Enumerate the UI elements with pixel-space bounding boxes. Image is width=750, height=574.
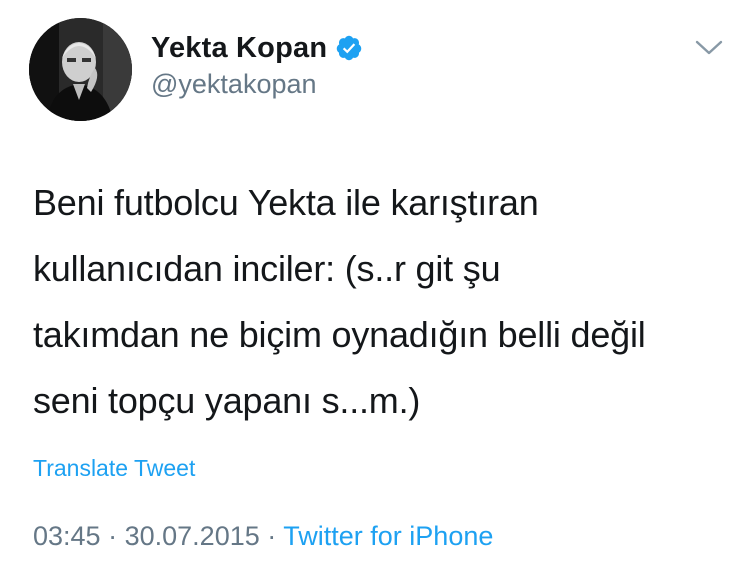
tweet-text: Beni futbolcu Yekta ile karıştıran kulla… bbox=[33, 182, 646, 421]
tweet-date[interactable]: 30.07.2015 bbox=[125, 521, 260, 551]
author-display-name[interactable]: Yekta Kopan bbox=[151, 32, 327, 65]
tweet-card: Yekta Kopan @yektakopan Beni futbolcu Ye… bbox=[0, 0, 750, 574]
avatar-photo bbox=[29, 18, 132, 121]
translate-tweet-link[interactable]: Translate Tweet bbox=[33, 455, 195, 482]
tweet-time[interactable]: 03:45 bbox=[33, 521, 101, 551]
verified-badge-icon bbox=[335, 34, 363, 62]
avatar[interactable] bbox=[29, 18, 132, 121]
chevron-down-icon[interactable] bbox=[692, 36, 726, 60]
author-name-row: Yekta Kopan bbox=[151, 30, 363, 66]
meta-separator: · bbox=[108, 521, 118, 551]
tweet-meta: 03:45 · 30.07.2015 · Twitter for iPhone bbox=[33, 521, 493, 552]
author-handle[interactable]: @yektakopan bbox=[151, 69, 317, 100]
meta-separator: · bbox=[267, 521, 277, 551]
tweet-source-link[interactable]: Twitter for iPhone bbox=[283, 521, 493, 551]
